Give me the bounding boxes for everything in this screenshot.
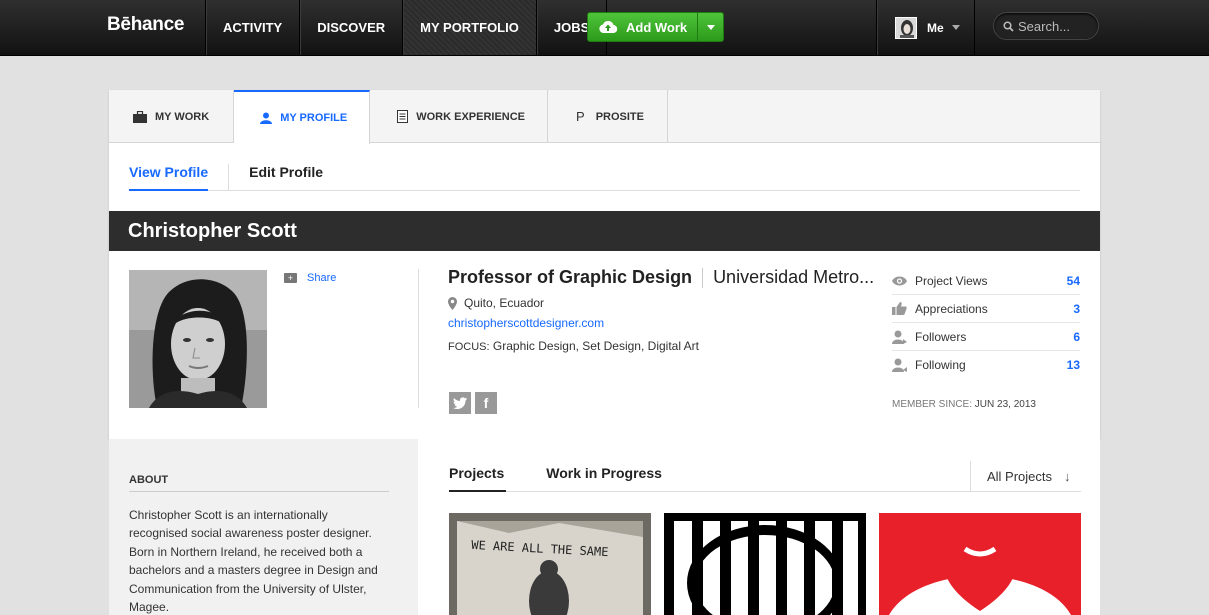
stat-followers: Followers 6: [892, 323, 1080, 351]
all-projects-label: All Projects: [987, 469, 1053, 484]
member-since: MEMBER SINCE: JUN 23, 2013: [892, 399, 1036, 410]
focus-label: FOCUS:: [448, 341, 490, 353]
search-box[interactable]: [993, 12, 1099, 40]
search-icon: [1003, 20, 1014, 32]
share-plus-icon: +: [284, 273, 297, 283]
add-work-button[interactable]: Add Work: [587, 12, 724, 42]
nav-discover[interactable]: DISCOVER: [299, 0, 402, 55]
document-icon: [397, 110, 409, 123]
search-input[interactable]: [1018, 18, 1088, 34]
share-label: Share: [307, 272, 337, 284]
thumbs-up-icon: [892, 302, 907, 315]
tab-prosite[interactable]: P PROSITE: [548, 90, 668, 143]
stat-label: Followers: [915, 329, 967, 344]
stat-label: Project Views: [915, 273, 988, 288]
tab-my-work[interactable]: MY WORK: [109, 90, 235, 143]
tab-work-in-progress[interactable]: Work in Progress: [546, 463, 662, 492]
all-projects-dropdown[interactable]: All Projects ↓: [970, 461, 1081, 492]
stat-value[interactable]: 13: [1067, 358, 1080, 372]
website-link[interactable]: christopherscottdesigner.com: [448, 316, 878, 330]
organization: Universidad Metro...: [713, 267, 875, 287]
social-links: f: [449, 392, 501, 414]
occupation-row: Professor of Graphic Design Universidad …: [448, 267, 878, 288]
stat-value[interactable]: 3: [1073, 302, 1080, 316]
caret-down-icon: [706, 24, 715, 30]
profile-stats: Project Views 54 Appreciations 3 Followe…: [892, 267, 1080, 379]
main-nav: ACTIVITY DISCOVER MY PORTFOLIO JOBS: [205, 0, 608, 55]
tab-my-profile[interactable]: MY PROFILE: [234, 90, 371, 144]
behance-logo[interactable]: Bēhance: [107, 14, 184, 36]
top-navigation-bar: Bēhance ACTIVITY DISCOVER MY PORTFOLIO J…: [0, 0, 1209, 56]
tab-my-work-label: MY WORK: [155, 110, 210, 123]
profile-card: MY WORK MY PROFILE WORK EXPERIENCE P PRO…: [109, 90, 1100, 439]
occupation-divider: [702, 267, 704, 288]
member-since-label: MEMBER SINCE:: [892, 399, 973, 410]
member-since-value: JUN 23, 2013: [974, 399, 1036, 410]
subtab-view-profile[interactable]: View Profile: [129, 164, 209, 191]
profile-divider: [418, 269, 419, 408]
about-panel: ABOUT Christopher Scott is an internatio…: [109, 439, 418, 615]
location-pin-icon: [448, 296, 457, 310]
subtab-divider: [228, 164, 230, 190]
stat-label: Following: [915, 358, 966, 372]
stat-appreciations: Appreciations 3: [892, 295, 1080, 323]
occupation-title: Professor of Graphic Design: [448, 267, 693, 287]
profile-photo: [129, 270, 267, 408]
profile-name: Christopher Scott: [109, 211, 1100, 251]
following-icon: [892, 358, 907, 372]
add-work-label: Add Work: [626, 19, 688, 35]
followers-icon: [892, 330, 907, 344]
tab-work-experience[interactable]: WORK EXPERIENCE: [370, 90, 549, 143]
location-text: Quito, Ecuador: [464, 296, 545, 310]
tab-projects[interactable]: Projects: [449, 463, 507, 492]
subtab-edit-profile[interactable]: Edit Profile: [249, 164, 343, 191]
user-menu-label: Me: [927, 20, 944, 35]
nav-my-portfolio[interactable]: MY PORTFOLIO: [402, 0, 536, 55]
stat-value[interactable]: 54: [1067, 274, 1080, 288]
cloud-upload-icon: [599, 20, 618, 34]
profile-tabs: MY WORK MY PROFILE WORK EXPERIENCE P PRO…: [109, 90, 1100, 144]
location: Quito, Ecuador: [448, 296, 878, 310]
focus-value: Graphic Design, Set Design, Digital Art: [492, 339, 699, 353]
add-work-dropdown[interactable]: [697, 13, 723, 41]
stat-following: Following 13: [892, 351, 1080, 379]
briefcase-icon: [133, 110, 147, 123]
tab-work-experience-label: WORK EXPERIENCE: [416, 110, 526, 123]
stat-label: Appreciations: [915, 301, 988, 316]
prosite-p-icon: P: [576, 109, 585, 124]
caret-down-icon: [951, 25, 960, 30]
eye-icon: [892, 276, 907, 285]
twitter-icon[interactable]: [449, 392, 471, 414]
focus-line: FOCUS: Graphic Design, Set Design, Digit…: [448, 339, 878, 353]
stat-project-views: Project Views 54: [892, 267, 1080, 295]
share-button[interactable]: + Share: [284, 272, 336, 284]
add-work-main[interactable]: Add Work: [588, 20, 697, 35]
profile-info: Professor of Graphic Design Universidad …: [448, 267, 878, 353]
nav-activity[interactable]: ACTIVITY: [205, 0, 299, 55]
about-text: Christopher Scott is an internationally …: [129, 508, 378, 615]
user-avatar: [895, 16, 917, 39]
project-thumbnail[interactable]: [664, 513, 866, 615]
project-thumbnail[interactable]: WE ARE ALL THE SAME: [449, 513, 651, 615]
tab-my-profile-label: MY PROFILE: [280, 112, 348, 124]
projects-panel: Projects Work in Progress All Projects ↓…: [418, 439, 1100, 615]
user-menu[interactable]: Me: [876, 0, 975, 55]
down-arrow-icon: ↓: [1064, 469, 1071, 484]
project-thumbnail[interactable]: [879, 513, 1081, 615]
about-heading: ABOUT: [129, 474, 389, 492]
person-icon: [260, 112, 273, 124]
profile-subtabs: View Profile Edit Profile: [129, 164, 1080, 191]
tab-prosite-label: PROSITE: [595, 110, 644, 123]
facebook-icon[interactable]: f: [475, 392, 497, 414]
stat-value[interactable]: 6: [1073, 330, 1080, 344]
